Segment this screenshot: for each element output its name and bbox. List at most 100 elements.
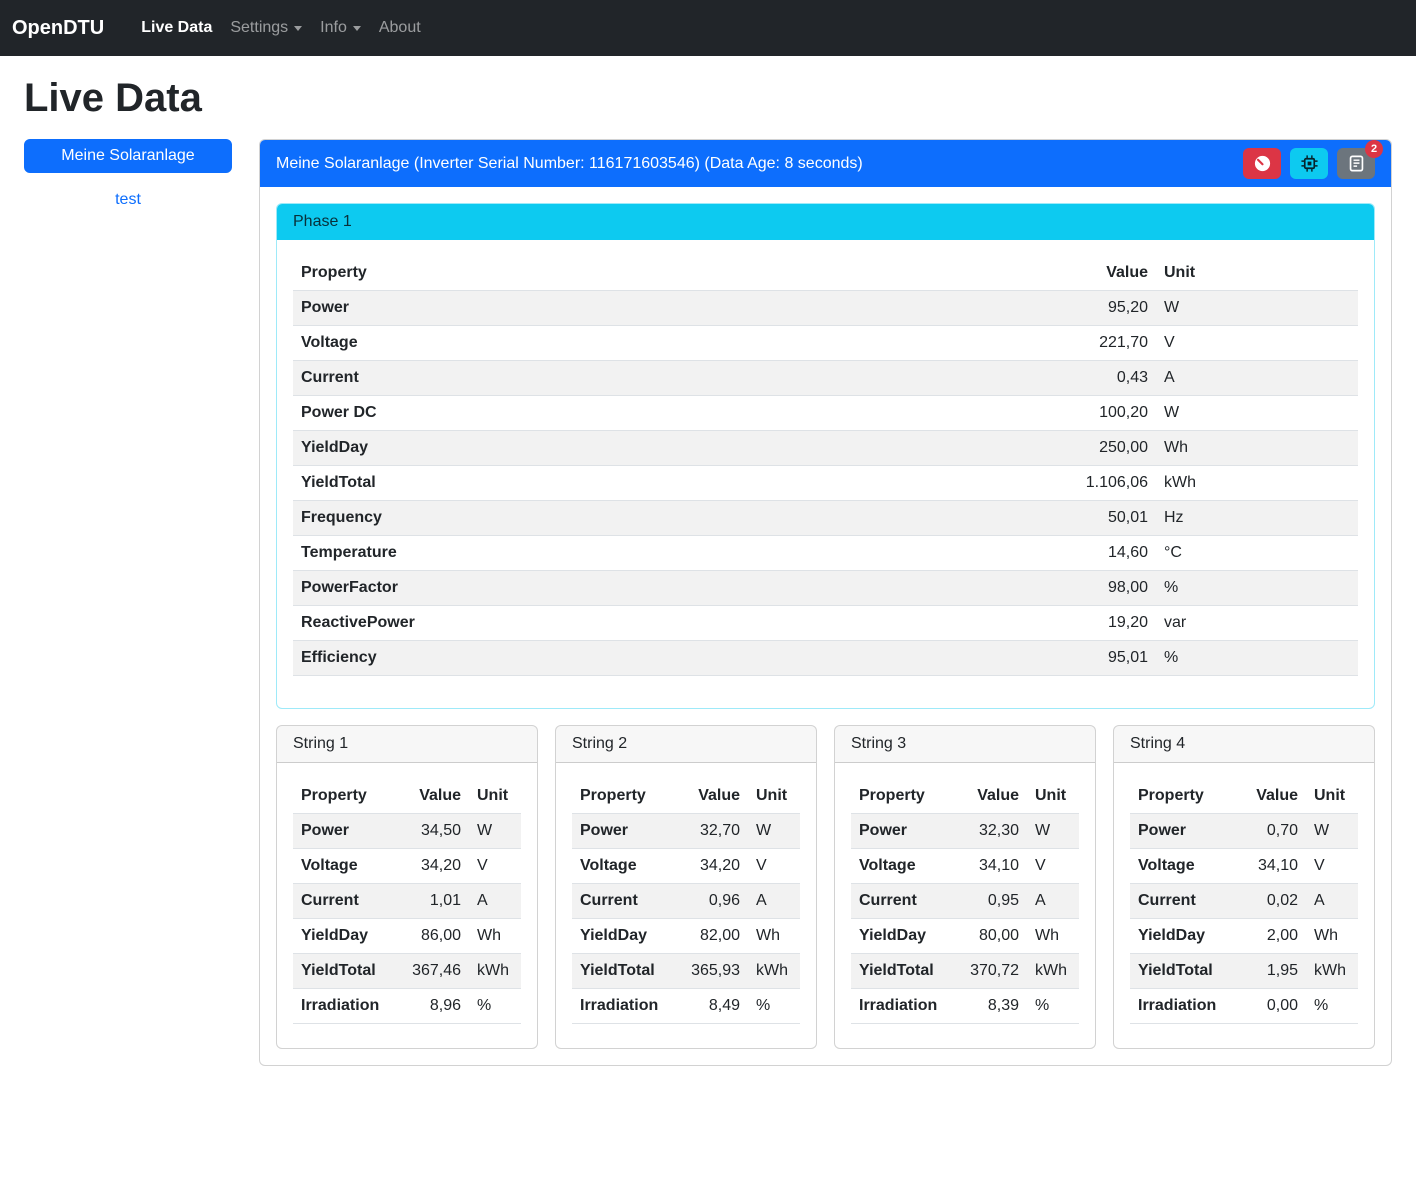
- value-cell: 34,50: [395, 814, 469, 849]
- property-cell: YieldTotal: [851, 954, 953, 989]
- value-cell: 34,20: [395, 849, 469, 884]
- table-row: Voltage34,20V: [293, 849, 521, 884]
- property-cell: Current: [293, 361, 1026, 396]
- column-unit: Unit: [748, 779, 800, 814]
- navbar: OpenDTU Live Data Settings Info About: [0, 0, 1416, 56]
- value-cell: 100,20: [1026, 396, 1156, 431]
- table-row: Current0,02A: [1130, 884, 1358, 919]
- value-cell: 32,30: [953, 814, 1027, 849]
- gauge-icon: [1253, 154, 1272, 173]
- property-cell: Irradiation: [851, 989, 953, 1024]
- unit-cell: kWh: [748, 954, 800, 989]
- column-property: Property: [851, 779, 953, 814]
- string-card: String 2 Property Value Unit: [555, 725, 817, 1049]
- property-cell: Power: [293, 291, 1026, 326]
- table-row: YieldDay82,00Wh: [572, 919, 800, 954]
- unit-cell: A: [1306, 884, 1358, 919]
- property-cell: Power: [572, 814, 674, 849]
- table-row: YieldTotal367,46kWh: [293, 954, 521, 989]
- column-value: Value: [674, 779, 748, 814]
- unit-cell: Wh: [1306, 919, 1358, 954]
- unit-cell: V: [469, 849, 521, 884]
- unit-cell: %: [748, 989, 800, 1024]
- table-row: Current0,43A: [293, 361, 1358, 396]
- table-row: Frequency50,01Hz: [293, 501, 1358, 536]
- nav-about[interactable]: About: [370, 11, 430, 45]
- table-row: Irradiation8,39%: [851, 989, 1079, 1024]
- inverter-card: Meine Solaranlage (Inverter Serial Numbe…: [259, 139, 1392, 1066]
- unit-cell: %: [1306, 989, 1358, 1024]
- limit-settings-button[interactable]: [1243, 148, 1281, 179]
- phase-card-title: Phase 1: [277, 204, 1374, 240]
- table-row: YieldDay250,00Wh: [293, 431, 1358, 466]
- property-cell: Temperature: [293, 536, 1026, 571]
- unit-cell: W: [1027, 814, 1079, 849]
- value-cell: 0,96: [674, 884, 748, 919]
- unit-cell: W: [1156, 291, 1358, 326]
- table-row: Voltage34,10V: [1130, 849, 1358, 884]
- property-cell: Voltage: [293, 326, 1026, 361]
- phase-card: Phase 1 Property Value Unit: [276, 203, 1375, 709]
- unit-cell: kWh: [1306, 954, 1358, 989]
- brand-logo[interactable]: OpenDTU: [12, 17, 104, 40]
- unit-cell: V: [1027, 849, 1079, 884]
- column-value: Value: [1232, 779, 1306, 814]
- value-cell: 14,60: [1026, 536, 1156, 571]
- value-cell: 19,20: [1026, 606, 1156, 641]
- unit-cell: kWh: [469, 954, 521, 989]
- event-count-badge: 2: [1365, 140, 1383, 158]
- chevron-down-icon: [294, 26, 302, 31]
- event-log-button[interactable]: 2: [1337, 148, 1375, 179]
- table-row: YieldDay2,00Wh: [1130, 919, 1358, 954]
- table-row: Voltage221,70V: [293, 326, 1358, 361]
- main-content: Meine Solaranlage (Inverter Serial Numbe…: [259, 139, 1392, 1066]
- value-cell: 0,70: [1232, 814, 1306, 849]
- property-cell: Efficiency: [293, 641, 1026, 676]
- page: Live Data Meine Solaranlage test Meine S…: [0, 56, 1416, 1082]
- unit-cell: A: [1156, 361, 1358, 396]
- unit-cell: A: [748, 884, 800, 919]
- value-cell: 98,00: [1026, 571, 1156, 606]
- unit-cell: %: [469, 989, 521, 1024]
- value-cell: 1.106,06: [1026, 466, 1156, 501]
- unit-cell: A: [469, 884, 521, 919]
- table-row: Current1,01A: [293, 884, 521, 919]
- nav-info[interactable]: Info: [311, 11, 370, 45]
- table-row: YieldTotal1,95kWh: [1130, 954, 1358, 989]
- string-table: Property Value Unit Power32,30WVoltage34…: [851, 779, 1079, 1024]
- unit-cell: A: [1027, 884, 1079, 919]
- string-card-title: String 2: [556, 726, 816, 763]
- property-cell: YieldDay: [293, 919, 395, 954]
- property-cell: YieldDay: [1130, 919, 1232, 954]
- string-table: Property Value Unit Power34,50WVoltage34…: [293, 779, 521, 1024]
- nav-live-data[interactable]: Live Data: [132, 11, 221, 45]
- table-row: Power32,30W: [851, 814, 1079, 849]
- table-row: YieldTotal365,93kWh: [572, 954, 800, 989]
- nav-settings[interactable]: Settings: [221, 11, 311, 45]
- strings-row: String 1 Property Value Unit: [276, 725, 1375, 1049]
- inverter-header-text: Meine Solaranlage (Inverter Serial Numbe…: [276, 155, 863, 173]
- table-header-row: Property Value Unit: [851, 779, 1079, 814]
- property-cell: Voltage: [293, 849, 395, 884]
- inverter-select-button[interactable]: Meine Solaranlage: [24, 139, 232, 173]
- value-cell: 0,95: [953, 884, 1027, 919]
- value-cell: 8,39: [953, 989, 1027, 1024]
- unit-cell: W: [1306, 814, 1358, 849]
- table-row: YieldDay86,00Wh: [293, 919, 521, 954]
- property-cell: PowerFactor: [293, 571, 1026, 606]
- table-header-row: Property Value Unit: [293, 256, 1358, 291]
- property-cell: Current: [851, 884, 953, 919]
- table-row: Voltage34,10V: [851, 849, 1079, 884]
- inverter-link-test[interactable]: test: [24, 191, 232, 209]
- table-row: YieldTotal370,72kWh: [851, 954, 1079, 989]
- property-cell: Power: [1130, 814, 1232, 849]
- unit-cell: V: [748, 849, 800, 884]
- device-info-button[interactable]: [1290, 148, 1328, 179]
- unit-cell: Wh: [1156, 431, 1358, 466]
- column-value: Value: [953, 779, 1027, 814]
- table-header-row: Property Value Unit: [293, 779, 521, 814]
- string-table: Property Value Unit Power0,70WVoltage34,…: [1130, 779, 1358, 1024]
- string-card: String 4 Property Value Unit: [1113, 725, 1375, 1049]
- property-cell: Irradiation: [572, 989, 674, 1024]
- unit-cell: var: [1156, 606, 1358, 641]
